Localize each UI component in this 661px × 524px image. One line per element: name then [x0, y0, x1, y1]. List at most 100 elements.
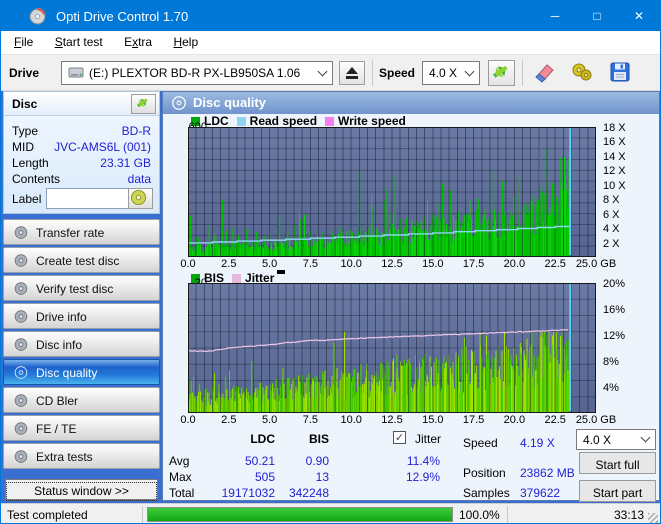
drive-select[interactable]: (E:) PLEXTOR BD-R PX-LB950SA 1.06: [61, 61, 333, 85]
legend-label: Read speed: [249, 114, 318, 128]
y-tick-right: 12%: [603, 330, 626, 342]
sidebar-item-drive-info[interactable]: Drive info: [3, 303, 160, 329]
speed-value: 4.0 X: [429, 66, 458, 80]
disc-info-panel: Disc Type BD-R MID JVC-AMS6L (001) Length 23.…: [3, 91, 160, 214]
bis-y-axis-right: 20% 16% 12% 8% 4%: [599, 278, 649, 413]
legend-marker: [277, 270, 286, 274]
toolbar-separator: [522, 60, 523, 86]
position-value: 23862 MB: [520, 466, 575, 480]
speed-select[interactable]: 4.0 X: [422, 61, 480, 85]
status-text: Test completed: [7, 508, 88, 522]
speed-stat-value: 4.19 X: [520, 436, 555, 450]
y-tick-right: 2 X: [603, 237, 620, 250]
save-button[interactable]: [605, 59, 635, 87]
x-tick: 25.0 GB: [575, 258, 617, 270]
sidebar-item-verify-test-disc[interactable]: Verify test disc: [3, 275, 160, 301]
jitter-checkbox[interactable]: ✓: [393, 431, 406, 444]
disc-label-input[interactable]: [46, 188, 132, 209]
legend-label: LDC: [204, 114, 229, 128]
sidebar-item-label: FE / TE: [36, 422, 77, 436]
close-button[interactable]: ✕: [618, 1, 660, 31]
sidebar-item-label: Transfer rate: [36, 226, 105, 240]
results-panel: LDC BIS ✓ Jitter Avg 50.21 0.90 11.4% Ma…: [163, 428, 659, 502]
speed-stat-label: Speed: [463, 436, 498, 450]
drive-value: (E:) PLEXTOR BD-R PX-LB950SA 1.06: [89, 66, 301, 80]
status-window-button[interactable]: Status window >>: [5, 479, 158, 501]
samples-label: Samples: [463, 486, 510, 500]
titlebar: Opti Drive Control 1.70 ─ □ ✕: [1, 1, 660, 31]
menu-file[interactable]: File: [5, 31, 42, 53]
save-floppy-icon: [610, 62, 630, 81]
avg-ldc: 50.21: [244, 454, 275, 468]
y-tick-right: 8 X: [603, 194, 620, 207]
test-speed-value: 4.0 X: [583, 432, 612, 447]
start-part-button[interactable]: Start part: [579, 480, 656, 502]
start-full-button[interactable]: Start full: [579, 452, 656, 474]
disc-icon: [14, 310, 28, 323]
disc-row-contents: Contents data: [12, 172, 151, 187]
bis-chart-block: BISJitter 2015105 20%16%12%8%4% 0.02.55.…: [163, 270, 659, 428]
disc-refresh-button[interactable]: [131, 94, 156, 114]
disc-row-value: 23.31 GB: [100, 156, 151, 170]
sidebar-item-create-test-disc[interactable]: Create test disc: [3, 247, 160, 273]
label-row: Label: [12, 188, 155, 210]
sidebar-item-fe-te[interactable]: FE / TE: [3, 415, 160, 441]
y-tick-right: 8%: [603, 356, 619, 368]
disc-icon: [14, 282, 28, 295]
cd-icon: [130, 189, 147, 206]
app-window: Opti Drive Control 1.70 ─ □ ✕ File Start…: [0, 0, 661, 524]
jitter-label: Jitter: [415, 432, 442, 446]
avg-jitter: 11.4%: [406, 454, 440, 468]
menu-help[interactable]: Help: [164, 31, 207, 53]
sidebar-item-label: Extra tests: [36, 450, 93, 464]
disc-panel-title: Disc: [12, 97, 38, 111]
write-label-button[interactable]: [128, 188, 153, 209]
x-tick: 25.0 GB: [575, 414, 617, 426]
chevron-down-icon: [464, 66, 475, 76]
window-title: Opti Drive Control 1.70: [56, 9, 189, 24]
speed-label: Speed: [379, 66, 416, 80]
sidebar-item-extra-tests[interactable]: Extra tests: [3, 443, 160, 469]
status-bar: Test completed 100.0% 33:13: [1, 503, 660, 523]
chevron-down-icon: [317, 66, 328, 76]
legend-swatch: [325, 117, 335, 126]
sidebar-item-disc-quality[interactable]: Disc quality: [3, 359, 160, 385]
sidebar-item-label: Verify test disc: [36, 282, 114, 296]
test-speed-select[interactable]: 4.0 X: [576, 429, 656, 450]
menu-start-test[interactable]: Start test: [46, 31, 112, 53]
sidebar-item-label: CD Bler: [36, 394, 79, 408]
refresh-icon: [137, 98, 148, 108]
avg-label: Avg: [169, 454, 190, 468]
refresh-button[interactable]: [488, 60, 515, 86]
drive-label: Drive: [9, 66, 40, 80]
ldc-chart-legend: LDC Read speed Write speed: [191, 114, 414, 128]
drive-tools-button[interactable]: [567, 59, 597, 87]
minimize-button[interactable]: ─: [534, 1, 576, 31]
bis-chart-plot: [188, 283, 596, 413]
disc-icon: [14, 422, 28, 435]
sidebar-item-disc-info[interactable]: Disc info: [3, 331, 160, 357]
y-tick-right: 18 X: [603, 122, 626, 134]
resize-grip[interactable]: [648, 513, 658, 523]
disc-quality-panel: Disc quality LDC Read speed Write speed 60…: [162, 91, 660, 502]
sidebar-item-label: Disc info: [36, 338, 83, 352]
maximize-button[interactable]: □: [576, 1, 618, 31]
max-label: Max: [169, 470, 192, 484]
disc-row-type: Type BD-R: [12, 124, 151, 139]
bis-x-axis: 0.0 2.5 5.0 7.5 10.0 12.5 15.0 17.5 20.0 22.5 25.0…: [180, 414, 658, 427]
sidebar-item-transfer-rate[interactable]: Transfer rate: [3, 219, 160, 245]
legend-write-speed: Write speed: [325, 114, 406, 128]
eject-button[interactable]: [339, 61, 365, 85]
menu-extra[interactable]: Extra: [115, 31, 161, 53]
disc-icon: [14, 366, 28, 379]
sidebar-item-cd-bler[interactable]: CD Bler: [3, 387, 160, 413]
disc-row-length: Length 23.31 GB: [12, 156, 151, 171]
panel-header: Disc quality: [163, 92, 659, 114]
legend-label: Write speed: [338, 114, 406, 128]
ldc-y-axis-right: 18 X 16 X 14 X 12 X 10 X 8 X6 X 4 X2 X: [599, 122, 649, 257]
disc-row-key: Contents: [12, 172, 61, 186]
ldc-chart-block: LDC Read speed Write speed 600500400300200…: [163, 114, 659, 272]
elapsed-time: 33:13: [613, 508, 644, 522]
erase-disc-button[interactable]: [529, 59, 559, 87]
bis-col-header: BIS: [308, 432, 329, 446]
